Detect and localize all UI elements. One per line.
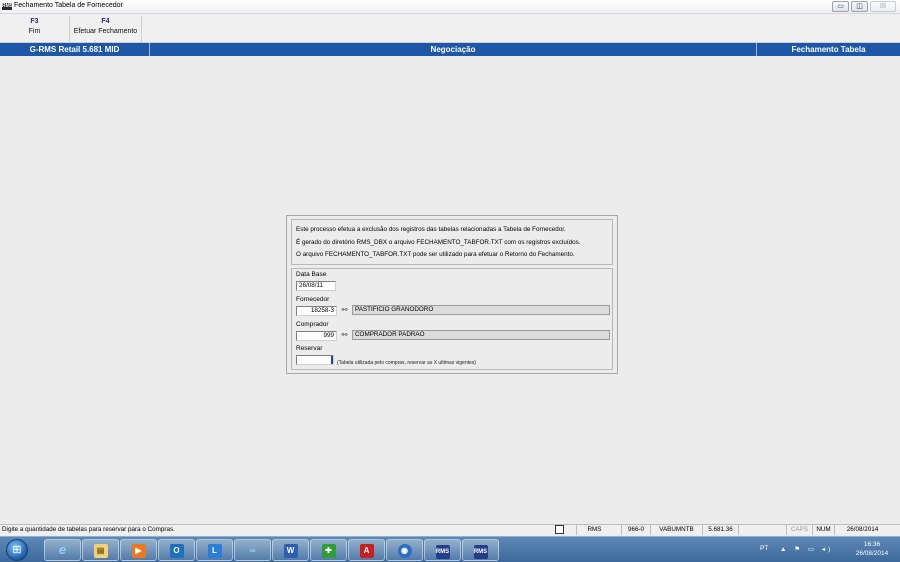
screen-name: Fechamento Tabela	[756, 43, 900, 56]
info-box: Este processo efetua a exclusão dos regi…	[291, 219, 613, 265]
main-panel: Este processo efetua a exclusão dos regi…	[286, 215, 618, 374]
comprador-label: Comprador	[296, 321, 329, 328]
fim-button[interactable]: F3 Fim	[0, 16, 70, 42]
status-code: 966-0	[621, 525, 650, 535]
blue-app-icon[interactable]: ◉	[386, 539, 423, 561]
maximize-button[interactable]: ◫	[851, 1, 868, 12]
fornecedor-label: Fornecedor	[296, 296, 330, 303]
fornecedor-code-field[interactable]: 18258-3	[296, 306, 337, 316]
status-empty	[738, 525, 786, 535]
app-icon: RMS	[2, 3, 14, 10]
start-button[interactable]: ⊞	[6, 539, 28, 561]
rms-app-2-icon[interactable]: RMS	[462, 539, 499, 561]
clock-time: 16:36	[863, 541, 881, 548]
taskbar: ⊞ e ▤ ▶ O L ∞ W ✚ A ◉ RMS RMS PT ▲ ⚑ ▭ ◂…	[0, 536, 900, 562]
reservar-hint: (Tabela utilizada pelo compras, reservar…	[337, 360, 476, 366]
window-title: Fechamento Tabela de Fornecedor	[14, 2, 123, 9]
status-message: Digite a quantidade de tabelas para rese…	[2, 526, 175, 533]
fornecedor-name-field: PASTIFICIO GRANODORO	[352, 305, 610, 315]
fkey-f3: F3	[30, 18, 39, 25]
status-system: RMS	[576, 525, 612, 535]
internet-explorer-icon[interactable]: e	[44, 539, 81, 561]
efetuar-fechamento-label: Efetuar Fechamento	[73, 28, 138, 35]
status-version: 5.681.36	[702, 525, 738, 535]
data-base-label: Data Base	[296, 271, 327, 278]
info-line-2: É gerado do diretório RMS_DBX o arquivo …	[296, 238, 581, 246]
function-key-toolbar: F3 Fim F4 Efetuar Fechamento	[0, 14, 900, 43]
minimize-button[interactable]: ▭	[832, 1, 849, 12]
reservar-field[interactable]	[296, 355, 334, 365]
lync-icon[interactable]: L	[196, 539, 233, 561]
clock-date: 26/08/2014	[855, 550, 889, 557]
info-line-1: Este processo efetua a exclusão dos regi…	[296, 226, 566, 233]
fornecedor-search-icon[interactable]: ⚯	[339, 306, 350, 316]
header-bar: G-RMS Retail 5.681 MID Negociação Fecham…	[0, 43, 900, 56]
close-button[interactable]: ☒	[870, 1, 896, 12]
status-program: VABUMNTB	[650, 525, 702, 535]
comprador-search-icon[interactable]: ⚯	[339, 331, 350, 341]
module-name: Negociação	[430, 45, 476, 54]
comprador-code-field[interactable]: 999	[296, 331, 337, 341]
system-name: G-RMS Retail 5.681 MID	[0, 43, 150, 56]
data-base-field[interactable]: 26/08/11	[296, 281, 336, 291]
rms-app-1-icon[interactable]: RMS	[424, 539, 461, 561]
green-app-icon[interactable]: ✚	[310, 539, 347, 561]
infinity-app-icon[interactable]: ∞	[234, 539, 271, 561]
status-bar: Digite a quantidade de tabelas para rese…	[0, 524, 900, 535]
tray-icons[interactable]: ▲ ⚑ ▭ ◂)	[780, 545, 833, 553]
file-explorer-icon[interactable]: ▤	[82, 539, 119, 561]
title-bar: RMS Fechamento Tabela de Fornecedor ▭ ◫ …	[0, 0, 900, 14]
language-indicator[interactable]: PT	[760, 545, 768, 552]
reservar-label: Reservar	[296, 345, 323, 352]
efetuar-fechamento-button[interactable]: F4 Efetuar Fechamento	[70, 16, 142, 42]
status-date: 26/08/2014	[834, 525, 890, 535]
clock[interactable]: 16:36 26/08/2014	[850, 540, 894, 558]
status-caps: CAPS	[786, 525, 812, 535]
fim-label: Fim	[28, 28, 41, 35]
info-line-3: O arquivo FECHAMENTO_TABFOR.TXT pode ser…	[296, 251, 575, 258]
word-icon[interactable]: W	[272, 539, 309, 561]
media-player-icon[interactable]: ▶	[120, 539, 157, 561]
document-icon	[555, 525, 564, 534]
comprador-name-field: COMPRADOR PADRAO	[352, 330, 610, 340]
form-box: Data Base 26/08/11 Fornecedor 18258-3 ⚯ …	[291, 268, 613, 370]
outlook-icon[interactable]: O	[158, 539, 195, 561]
fkey-f4: F4	[101, 18, 110, 25]
acrobat-icon[interactable]: A	[348, 539, 385, 561]
status-num: NUM	[812, 525, 834, 535]
text-cursor	[331, 356, 333, 364]
